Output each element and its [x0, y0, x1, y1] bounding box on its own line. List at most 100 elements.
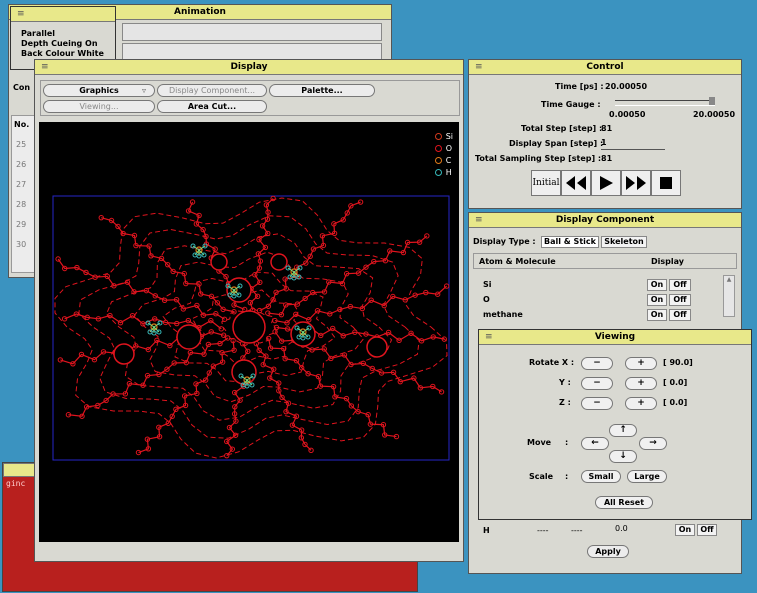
list-item[interactable]: 25	[16, 140, 26, 149]
rotate-x-minus[interactable]: −	[581, 357, 613, 370]
menu-item[interactable]: Back Colour White	[21, 49, 104, 58]
bottom-row-a: ----	[537, 526, 549, 535]
scale-large-button[interactable]: Large	[627, 470, 667, 483]
grip-icon: ≡	[475, 62, 483, 72]
move-down-button[interactable]: ↓	[609, 450, 637, 463]
skeleton-toggle[interactable]: Skeleton	[601, 236, 647, 248]
terminal-titlebar[interactable]	[3, 463, 35, 477]
component-scrollbar[interactable]: ▲	[723, 275, 735, 317]
arrow-right-icon: →	[649, 438, 657, 448]
rotate-y-minus[interactable]: −	[581, 377, 613, 390]
all-reset-button[interactable]: All Reset	[595, 496, 653, 509]
viewing-title: Viewing	[594, 332, 636, 342]
graphics-button[interactable]: Graphics ▿	[43, 84, 155, 97]
display-window: ≡ Display Graphics ▿ Display Component..…	[34, 59, 464, 562]
initial-button[interactable]: Initial	[531, 170, 561, 196]
list-item[interactable]: 28	[16, 200, 26, 209]
gauge-max: 20.00050	[693, 110, 736, 119]
rotate-y-plus[interactable]: +	[625, 377, 657, 390]
component-off-toggle[interactable]: Off	[669, 309, 691, 321]
list-item[interactable]: 26	[16, 160, 26, 169]
bottom-row-b: ----	[571, 526, 583, 535]
area-cut-button[interactable]: Area Cut...	[157, 100, 267, 113]
fast-forward-icon	[626, 176, 646, 190]
menu-item[interactable]: Parallel	[21, 29, 55, 38]
ball-stick-toggle[interactable]: Ball & Stick	[541, 236, 599, 248]
rotate-z-plus[interactable]: +	[625, 397, 657, 410]
list-item[interactable]: 30	[16, 240, 26, 249]
move-up-button[interactable]: ↑	[609, 424, 637, 437]
channel-pore	[366, 336, 388, 358]
display-type-label: Display Type :	[473, 237, 536, 246]
control-window: ≡ Control Time [ps] : 20.00050 Time Gaug…	[468, 59, 742, 209]
rotate-y-value: [ 0.0]	[663, 378, 688, 387]
component-row-name: Si	[483, 280, 492, 289]
apply-button[interactable]: Apply	[587, 545, 629, 558]
time-gauge-slider[interactable]	[615, 97, 715, 106]
total-step-value: 81	[601, 124, 613, 133]
play-button[interactable]	[591, 170, 621, 196]
component-off-toggle[interactable]: Off	[669, 279, 691, 291]
legend-label: H	[445, 168, 452, 177]
legend-entry: C	[434, 156, 453, 165]
move-right-button[interactable]: →	[639, 437, 667, 450]
time-gauge-label: Time Gauge :	[541, 100, 601, 109]
move-left-button[interactable]: ←	[581, 437, 609, 450]
list-item[interactable]: 29	[16, 220, 26, 229]
rotate-x-label: Rotate X :	[529, 358, 575, 367]
col-atom-header: Atom & Molecule	[479, 257, 556, 266]
channel-pore	[113, 343, 135, 365]
animation-list: No. 25 26 27 28 29 30	[11, 115, 35, 273]
legend-label: C	[445, 156, 452, 165]
display-titlebar[interactable]: ≡ Display	[35, 60, 463, 75]
viewing-titlebar[interactable]: ≡ Viewing	[479, 330, 751, 345]
menu-item[interactable]: Depth Cueing On	[21, 39, 98, 48]
control-title: Control	[586, 62, 624, 72]
total-sampling-value: 81	[601, 154, 613, 163]
move-colon: :	[565, 438, 569, 447]
component-row-name: O	[483, 295, 490, 304]
fast-forward-button[interactable]	[621, 170, 651, 196]
rotate-z-minus[interactable]: −	[581, 397, 613, 410]
animation-title: Animation	[174, 7, 226, 17]
component-on-toggle[interactable]: On	[647, 294, 667, 306]
component-on-toggle[interactable]: On	[647, 309, 667, 321]
display-component-button[interactable]: Display Component...	[157, 84, 267, 97]
display-span-input[interactable]: 1	[601, 138, 665, 150]
grip-icon: ≡	[17, 9, 25, 19]
viewing-button[interactable]: Viewing...	[43, 100, 155, 113]
scroll-up-icon[interactable]: ▲	[724, 276, 734, 283]
atom-legend: Si O C H	[434, 132, 453, 180]
play-icon	[600, 176, 613, 190]
list-item[interactable]: 27	[16, 180, 26, 189]
rotate-x-value: [ 90.0]	[663, 358, 693, 367]
palette-button[interactable]: Palette...	[269, 84, 375, 97]
channel-pore	[210, 253, 228, 271]
display-span-value: 1	[601, 138, 607, 147]
scale-label: Scale	[529, 472, 554, 481]
animation-field-1[interactable]	[122, 23, 382, 41]
time-gauge-handle[interactable]	[709, 97, 715, 105]
bottom-row-on[interactable]: On	[675, 524, 695, 536]
control-titlebar[interactable]: ≡ Control	[469, 60, 741, 75]
rewind-icon	[566, 176, 586, 190]
rotate-y-label: Y :	[559, 378, 571, 387]
viewing-window: ≡ Viewing Rotate X : − + [ 90.0] Y : − +…	[478, 329, 752, 520]
component-on-toggle[interactable]: On	[647, 279, 667, 291]
scale-small-button[interactable]: Small	[581, 470, 621, 483]
component-off-toggle[interactable]: Off	[669, 294, 691, 306]
rotate-x-plus[interactable]: +	[625, 357, 657, 370]
rewind-button[interactable]	[561, 170, 591, 196]
bottom-row-off[interactable]: Off	[697, 524, 717, 536]
animation-column-header: No.	[14, 120, 30, 129]
legend-dot-icon	[434, 145, 442, 152]
display-component-titlebar[interactable]: ≡ Display Component	[469, 213, 741, 228]
framework-chain	[274, 285, 448, 324]
grip-icon: ≡	[41, 62, 49, 72]
legend-dot-icon	[434, 133, 442, 140]
render-canvas[interactable]: Si O C H	[39, 122, 459, 542]
rotate-z-value: [ 0.0]	[663, 398, 688, 407]
channel-pore	[176, 324, 202, 350]
stop-button[interactable]	[651, 170, 681, 196]
channel-pore	[270, 253, 288, 271]
